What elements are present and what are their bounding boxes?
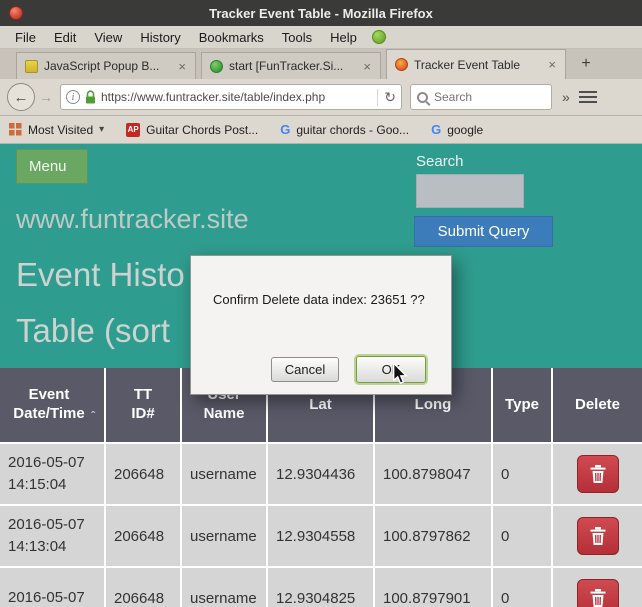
page-search-label: Search	[416, 153, 464, 170]
confirm-dialog: Confirm Delete data index: 23651 ?? Canc…	[190, 255, 452, 395]
bookmark-label: google	[447, 123, 483, 137]
funtracker-favicon-icon	[210, 60, 223, 73]
cell-type: 0	[493, 506, 551, 566]
header-tt-id[interactable]: TT ID#	[106, 368, 180, 442]
ap-favicon-icon: AP	[126, 123, 140, 137]
grid-icon	[9, 123, 22, 136]
cell-event-datetime: 2016-05-0714:15:04	[0, 444, 104, 504]
tab-tracker-event-table[interactable]: Tracker Event Table ×	[386, 49, 566, 79]
cell-long: 100.8797862	[375, 506, 491, 566]
menubar-item-history[interactable]: History	[131, 29, 189, 46]
cancel-button[interactable]: Cancel	[271, 357, 339, 382]
header-event-datetime[interactable]: Event Date/Time ˆ	[0, 368, 104, 442]
mouse-cursor	[392, 362, 408, 391]
window-close-button[interactable]	[9, 6, 23, 20]
reload-icon[interactable]: ↻	[377, 89, 396, 106]
bookmark-label: guitar chords - Goo...	[296, 123, 409, 137]
bookmark-label: Guitar Chords Post...	[146, 123, 258, 137]
cell-lat: 12.9304558	[268, 506, 373, 566]
cell-event-datetime: 2016-05-0714:13:04	[0, 506, 104, 566]
cell-long: 100.8797901	[375, 568, 491, 607]
menubar-item-view[interactable]: View	[85, 29, 131, 46]
cell-user-name: username	[182, 568, 266, 607]
google-favicon-icon: G	[431, 122, 441, 137]
bookmark-guitar-chords-post[interactable]: AP Guitar Chords Post...	[126, 123, 258, 137]
cell-delete	[553, 506, 642, 566]
bookmark-most-visited[interactable]: Most Visited ▾	[9, 123, 104, 137]
https-lock-icon	[85, 90, 96, 104]
cell-tt-id: 206648	[106, 506, 180, 566]
page-heading-line1: Event Histo	[16, 256, 185, 294]
cell-type: 0	[493, 444, 551, 504]
page-heading-line2: Table (sort	[16, 312, 170, 350]
forward-button[interactable]: →	[39, 89, 53, 105]
menu-hamburger-icon[interactable]	[579, 91, 597, 103]
cell-delete	[553, 568, 642, 607]
browser-search-input[interactable]	[434, 90, 545, 104]
ok-button[interactable]: OK	[356, 356, 426, 383]
navigation-toolbar: ← → i https://www.funtracker.site/table/…	[0, 79, 642, 116]
bookmark-label: Most Visited	[28, 123, 93, 137]
tracker-favicon-icon	[395, 58, 408, 71]
google-favicon-icon: G	[280, 122, 290, 137]
url-text[interactable]: https://www.funtracker.site/table/index.…	[101, 90, 372, 104]
site-info-icon[interactable]: i	[66, 90, 80, 104]
cell-user-name: username	[182, 444, 266, 504]
page-search-input[interactable]	[416, 174, 524, 208]
header-type[interactable]: Type	[493, 368, 551, 442]
cell-tt-id: 206648	[106, 568, 180, 607]
header-delete[interactable]: Delete	[553, 368, 642, 442]
tab-close-icon[interactable]: ×	[177, 59, 187, 74]
page-menu-button[interactable]: Menu	[16, 149, 88, 184]
tab-label: JavaScript Popup B...	[44, 59, 171, 73]
cell-lat: 12.9304825	[268, 568, 373, 607]
menubar-item-help[interactable]: Help	[321, 29, 366, 46]
js-favicon-icon	[25, 60, 38, 73]
menubar-item-edit[interactable]: Edit	[45, 29, 85, 46]
bookmarks-toolbar: Most Visited ▾ AP Guitar Chords Post... …	[0, 116, 642, 144]
tab-funtracker-start[interactable]: start [FunTracker.Si... ×	[201, 52, 381, 79]
cell-delete	[553, 444, 642, 504]
delete-row-button[interactable]	[577, 517, 619, 555]
cell-tt-id: 206648	[106, 444, 180, 504]
bookmark-guitar-chords-google[interactable]: G guitar chords - Goo...	[280, 122, 409, 137]
bookmark-google[interactable]: G google	[431, 122, 483, 137]
tab-close-icon[interactable]: ×	[547, 57, 557, 72]
menubar-item-file[interactable]: File	[6, 29, 45, 46]
search-icon	[417, 92, 428, 103]
delete-row-button[interactable]	[577, 579, 619, 607]
browser-search-bar[interactable]	[410, 84, 552, 110]
cell-lat: 12.9304436	[268, 444, 373, 504]
url-bar[interactable]: i https://www.funtracker.site/table/inde…	[60, 84, 402, 110]
cell-type: 0	[493, 568, 551, 607]
overflow-chevron-icon[interactable]: »	[562, 89, 570, 105]
trash-icon	[588, 525, 608, 547]
site-name-text: www.funtracker.site	[16, 204, 249, 235]
event-table: Event Date/Time ˆ TT ID# User Name Lat L…	[0, 368, 642, 607]
cell-long: 100.8798047	[375, 444, 491, 504]
addon-icon[interactable]	[372, 30, 386, 44]
cell-event-datetime: 2016-05-07	[0, 568, 104, 607]
dropdown-caret-icon: ▾	[99, 124, 104, 135]
page-viewport: Menu Search Submit Query www.funtracker.…	[0, 144, 642, 607]
confirm-dialog-message: Confirm Delete data index: 23651 ??	[213, 292, 425, 307]
tab-label: Tracker Event Table	[414, 58, 541, 72]
trash-icon	[588, 587, 608, 607]
menubar-item-bookmarks[interactable]: Bookmarks	[190, 29, 273, 46]
trash-icon	[588, 463, 608, 485]
tab-javascript-popup[interactable]: JavaScript Popup B... ×	[16, 52, 196, 79]
menubar: File Edit View History Bookmarks Tools H…	[0, 26, 642, 49]
window-titlebar: Tracker Event Table - Mozilla Firefox	[0, 0, 642, 26]
menubar-item-tools[interactable]: Tools	[273, 29, 321, 46]
new-tab-button[interactable]: +	[573, 52, 599, 76]
delete-row-button[interactable]	[577, 455, 619, 493]
window-title: Tracker Event Table - Mozilla Firefox	[0, 6, 642, 21]
tab-close-icon[interactable]: ×	[362, 59, 372, 74]
cell-user-name: username	[182, 506, 266, 566]
submit-query-button[interactable]: Submit Query	[414, 216, 553, 247]
tab-label: start [FunTracker.Si...	[229, 59, 356, 73]
tab-bar: JavaScript Popup B... × start [FunTracke…	[0, 49, 642, 79]
back-button[interactable]: ←	[7, 83, 35, 111]
sort-caret-icon: ˆ	[91, 409, 95, 424]
